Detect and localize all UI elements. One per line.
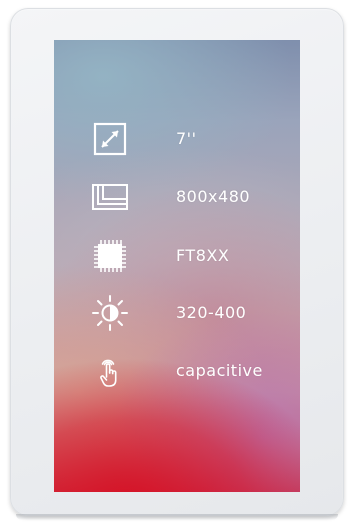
spec-touch-label: capacitive (176, 361, 263, 380)
spec-row-touch: capacitive (54, 351, 300, 391)
chip-icon (90, 236, 130, 276)
diagonal-resize-icon (90, 119, 130, 159)
spec-row-size: 7'' (54, 119, 300, 159)
spec-brightness-label: 320-400 (176, 303, 247, 322)
spec-row-brightness: 320-400 (54, 293, 300, 333)
display-module-frame: 7'' 800x480 FT8XX 320-400 capacitive (10, 8, 344, 520)
spec-controller-label: FT8XX (176, 246, 230, 265)
spec-row-controller: FT8XX (54, 236, 300, 276)
resolution-layers-icon (90, 177, 130, 217)
display-screen: 7'' 800x480 FT8XX 320-400 capacitive (54, 40, 300, 492)
brightness-icon (90, 293, 130, 333)
touch-hand-icon (90, 351, 130, 391)
spec-size-label: 7'' (176, 129, 197, 148)
spec-row-resolution: 800x480 (54, 177, 300, 217)
spec-resolution-label: 800x480 (176, 187, 251, 206)
